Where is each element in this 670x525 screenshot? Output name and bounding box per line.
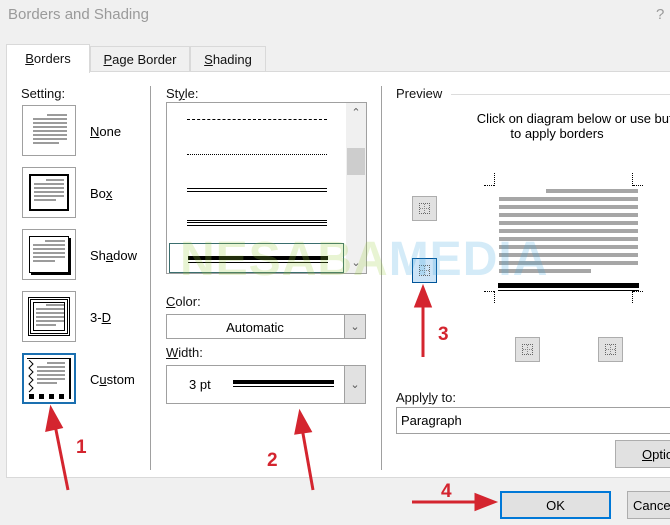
annotation-arrow-2 (300, 427, 315, 491)
arrowhead-icon (45, 404, 64, 432)
arrowhead-icon (474, 492, 499, 512)
arrowhead-icon (413, 283, 433, 308)
annotation-label-2: 2 (267, 450, 278, 471)
annotation-label-1: 1 (76, 437, 87, 458)
annotation-label-3: 3 (438, 324, 449, 345)
annotation-label-4: 4 (441, 481, 452, 502)
annotation-layer (45, 283, 499, 512)
tab-borders[interactable]: Borders (6, 44, 90, 73)
arrowhead-icon (294, 408, 313, 435)
annotation-arrow-1 (53, 424, 70, 491)
